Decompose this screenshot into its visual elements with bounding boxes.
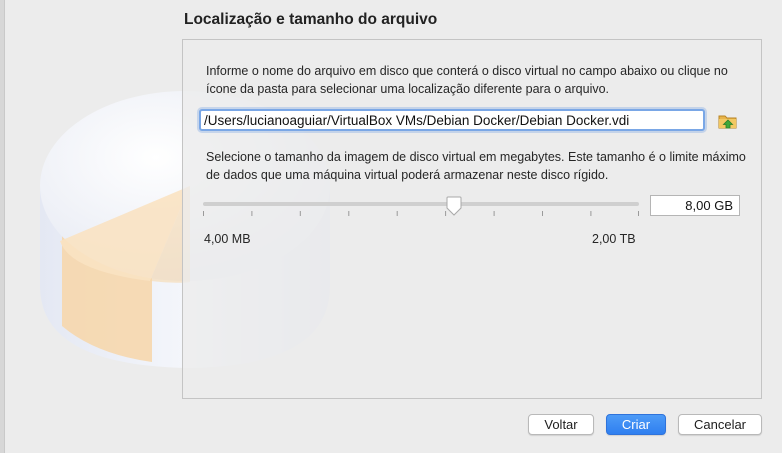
file-path-input[interactable]: [199, 109, 705, 131]
size-min-label: 4,00 MB: [204, 232, 251, 246]
choose-folder-button[interactable]: [717, 111, 739, 131]
window-left-edge: [0, 0, 5, 453]
create-button[interactable]: Criar: [606, 414, 666, 435]
cancel-button[interactable]: Cancelar: [678, 414, 762, 435]
size-slider-thumb[interactable]: [445, 196, 463, 216]
size-value-input[interactable]: [650, 195, 740, 216]
location-description: Informe o nome do arquivo em disco que c…: [206, 64, 728, 96]
size-slider-track[interactable]: [203, 202, 639, 206]
folder-icon: [718, 115, 737, 129]
size-slider-ticks: [203, 211, 639, 216]
size-description: Selecione o tamanho da imagem de disco v…: [206, 150, 746, 182]
page-title: Localização e tamanho do arquivo: [184, 11, 438, 28]
size-max-label: 2,00 TB: [592, 232, 636, 246]
back-button[interactable]: Voltar: [528, 414, 594, 435]
